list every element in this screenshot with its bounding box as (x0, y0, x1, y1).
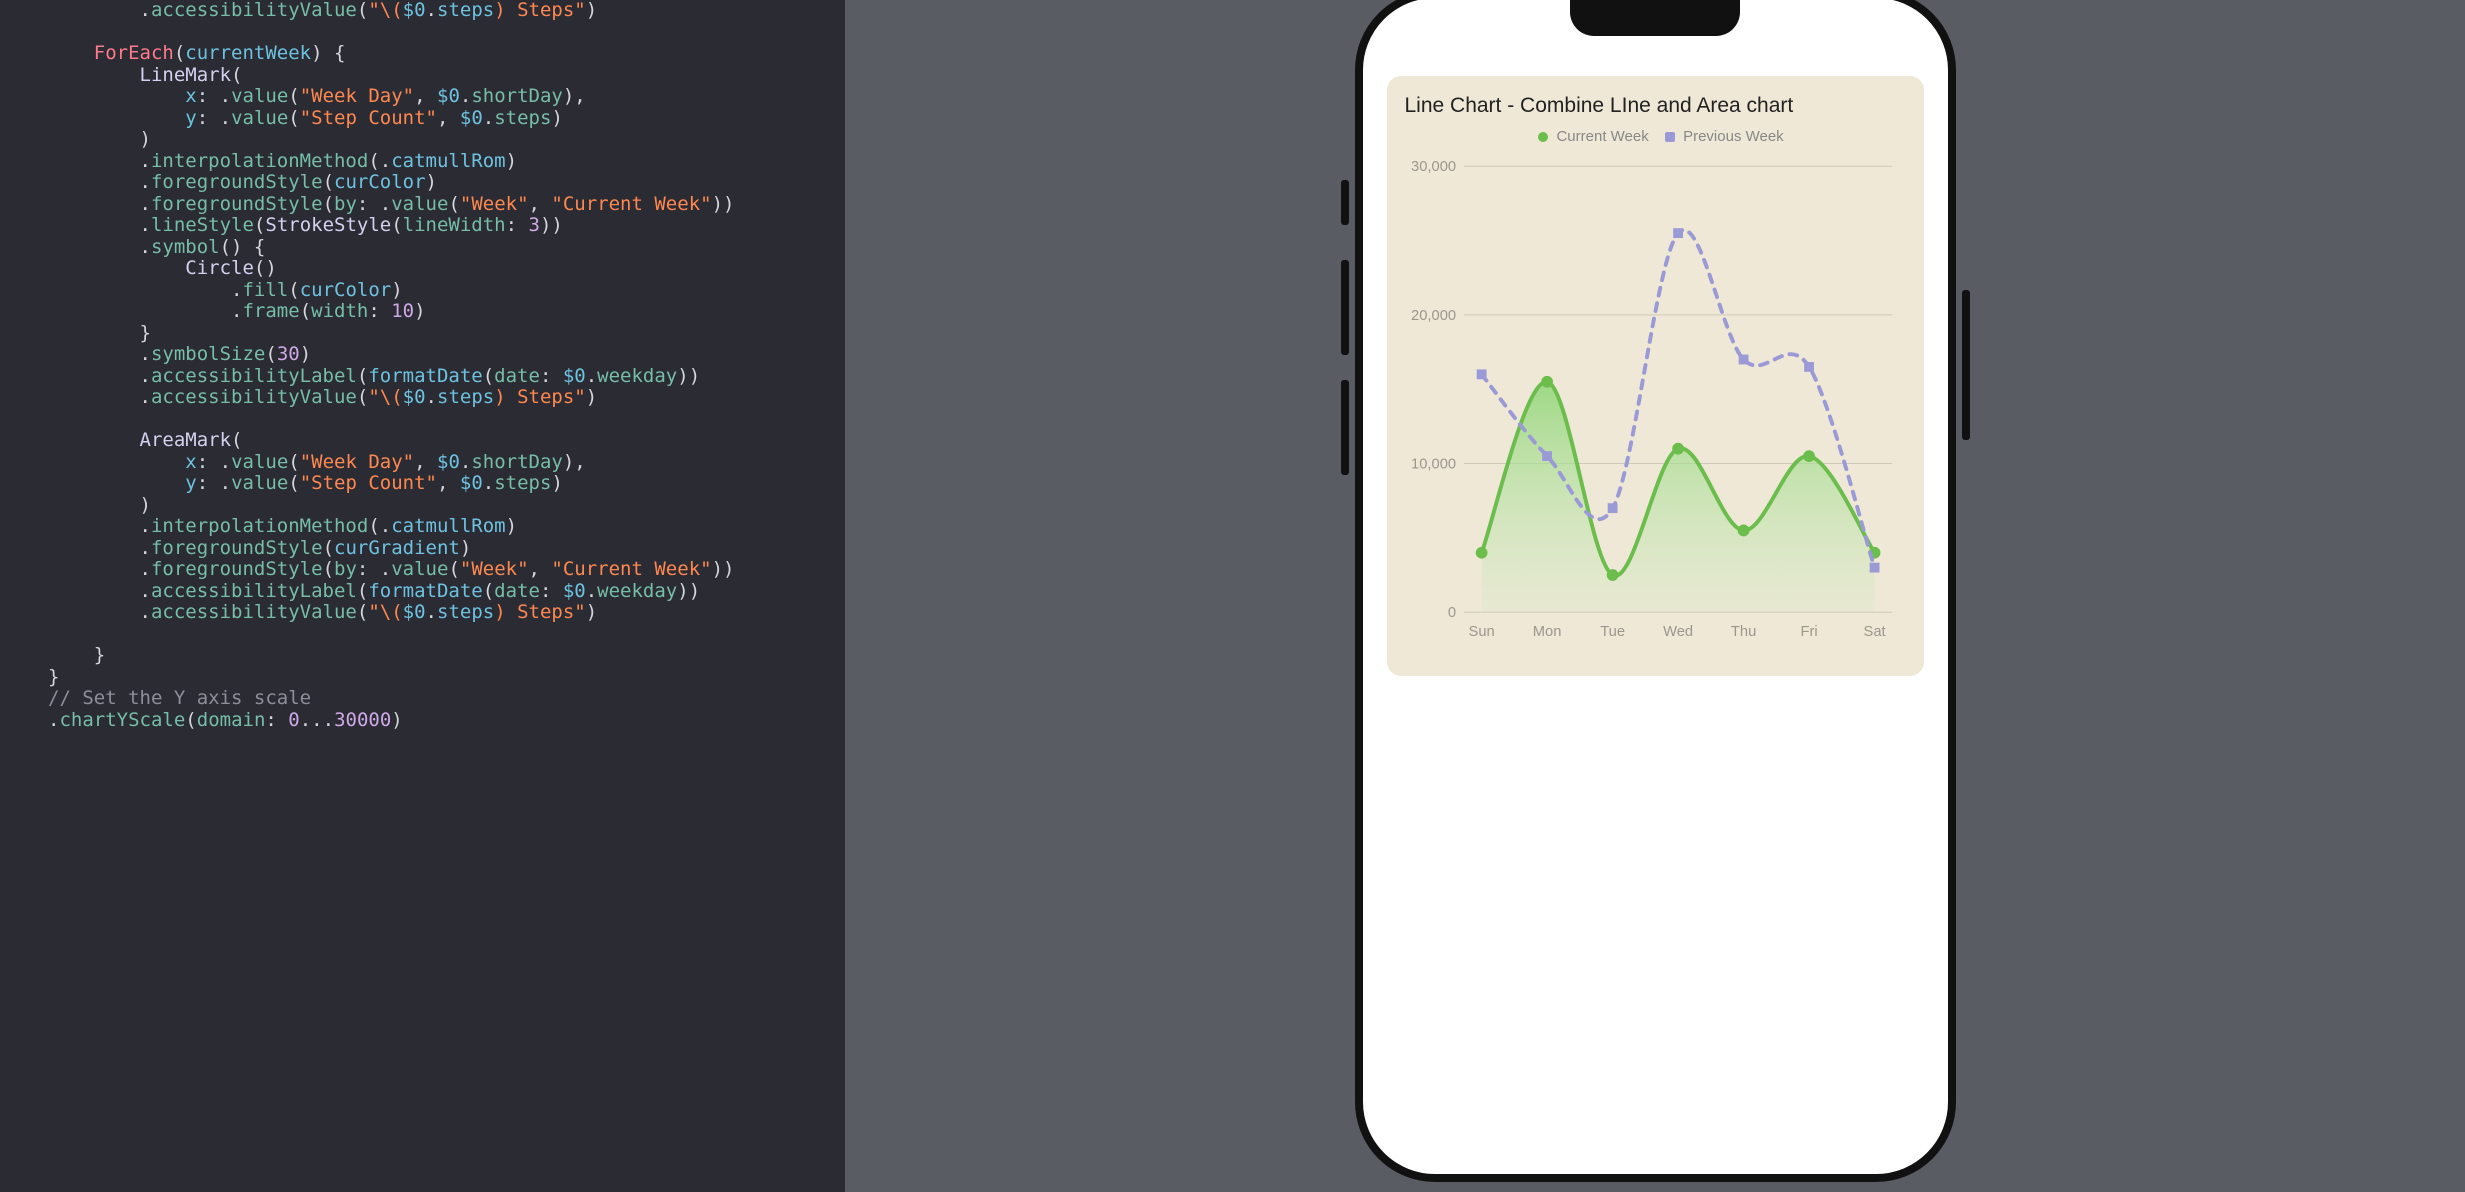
code-line[interactable]: .lineStyle(StrokeStyle(lineWidth: 3)) (48, 215, 845, 237)
data-point-icon (1869, 563, 1879, 573)
device-button (1341, 380, 1349, 475)
code-line[interactable]: .foregroundStyle(by: .value("Week", "Cur… (48, 559, 845, 581)
code-line[interactable]: y: .value("Step Count", $0.steps) (48, 108, 845, 130)
y-tick-label: 30,000 (1411, 159, 1456, 175)
legend-swatch-current (1538, 132, 1548, 142)
data-point-icon (1542, 451, 1552, 461)
x-tick-label: Mon (1532, 624, 1561, 640)
code-line[interactable]: } (48, 323, 845, 345)
y-tick-label: 10,000 (1411, 456, 1456, 472)
x-tick-label: Sun (1468, 624, 1494, 640)
series-area (1481, 382, 1874, 612)
data-point-icon (1476, 369, 1486, 379)
code-line[interactable]: .frame(width: 10) (48, 301, 845, 323)
data-point-icon (1475, 547, 1487, 559)
code-line[interactable]: .foregroundStyle(curColor) (48, 172, 845, 194)
data-point-icon (1737, 525, 1749, 537)
chart-legend: Current Week Previous Week (1405, 128, 1906, 145)
code-line[interactable]: ForEach(currentWeek) { (48, 43, 845, 65)
code-line[interactable]: AreaMark( (48, 430, 845, 452)
data-point-icon (1541, 376, 1553, 388)
code-line[interactable]: .interpolationMethod(.catmullRom) (48, 151, 845, 173)
code-line[interactable]: // Set the Y axis scale (48, 688, 845, 710)
code-line[interactable]: x: .value("Week Day", $0.shortDay), (48, 86, 845, 108)
device-button (1962, 290, 1970, 440)
y-tick-label: 20,000 (1411, 308, 1456, 324)
data-point-icon (1673, 228, 1683, 238)
code-line[interactable]: .accessibilityValue("\($0.steps) Steps") (48, 602, 845, 624)
code-line[interactable]: .fill(curColor) (48, 280, 845, 302)
data-point-icon (1803, 450, 1815, 462)
code-line[interactable]: .interpolationMethod(.catmullRom) (48, 516, 845, 538)
legend-swatch-previous (1665, 132, 1675, 142)
code-editor[interactable]: .accessibilityValue("\($0.steps) Steps")… (0, 0, 845, 1192)
device-button (1341, 260, 1349, 355)
x-tick-label: Sat (1863, 624, 1885, 640)
code-line[interactable]: .chartYScale(domain: 0...30000) (48, 710, 845, 732)
chart-svg: 30,000 20,000 10,000 0 Sun Mon Tue Wed Thu Fri Sat (1405, 151, 1906, 651)
code-line[interactable]: .foregroundStyle(curGradient) (48, 538, 845, 560)
chart-title: Line Chart - Combine LIne and Area chart (1405, 94, 1906, 118)
data-point-icon (1738, 355, 1748, 365)
data-point-icon (1804, 362, 1814, 372)
device-frame: Line Chart - Combine LIne and Area chart… (1355, 0, 1956, 1182)
code-line[interactable]: .accessibilityLabel(formatDate(date: $0.… (48, 366, 845, 388)
code-line[interactable]: ) (48, 129, 845, 151)
code-line[interactable]: Circle() (48, 258, 845, 280)
x-tick-label: Thu (1730, 624, 1755, 640)
code-line[interactable]: x: .value("Week Day", $0.shortDay), (48, 452, 845, 474)
code-line[interactable]: } (48, 667, 845, 689)
y-tick-label: 0 (1447, 605, 1455, 621)
code-line[interactable]: .accessibilityValue("\($0.steps) Steps") (48, 387, 845, 409)
code-line[interactable] (48, 409, 845, 431)
code-line[interactable]: .symbolSize(30) (48, 344, 845, 366)
device-button (1341, 180, 1349, 225)
code-line[interactable]: .symbol() { (48, 237, 845, 259)
legend-label-previous: Previous Week (1683, 128, 1784, 145)
code-line[interactable]: LineMark( (48, 65, 845, 87)
code-line[interactable]: } (48, 645, 845, 667)
data-point-icon (1672, 443, 1684, 455)
code-line[interactable]: .foregroundStyle(by: .value("Week", "Cur… (48, 194, 845, 216)
code-line[interactable] (48, 624, 845, 646)
simulator-pane: Line Chart - Combine LIne and Area chart… (845, 0, 2465, 1192)
code-line[interactable] (48, 22, 845, 44)
chart-card: Line Chart - Combine LIne and Area chart… (1387, 76, 1924, 676)
data-point-icon (1606, 569, 1618, 581)
code-line[interactable]: .accessibilityLabel(formatDate(date: $0.… (48, 581, 845, 603)
legend-label-current: Current Week (1556, 128, 1648, 145)
x-tick-label: Fri (1800, 624, 1817, 640)
code-line[interactable]: ) (48, 495, 845, 517)
x-tick-label: Wed (1663, 624, 1693, 640)
code-line[interactable]: .accessibilityValue("\($0.steps) Steps") (48, 0, 845, 22)
device-screen: Line Chart - Combine LIne and Area chart… (1371, 6, 1940, 1166)
x-tick-label: Tue (1600, 624, 1625, 640)
data-point-icon (1607, 503, 1617, 513)
chart-plot: 30,000 20,000 10,000 0 Sun Mon Tue Wed Thu Fri Sat (1405, 151, 1906, 651)
code-line[interactable]: y: .value("Step Count", $0.steps) (48, 473, 845, 495)
